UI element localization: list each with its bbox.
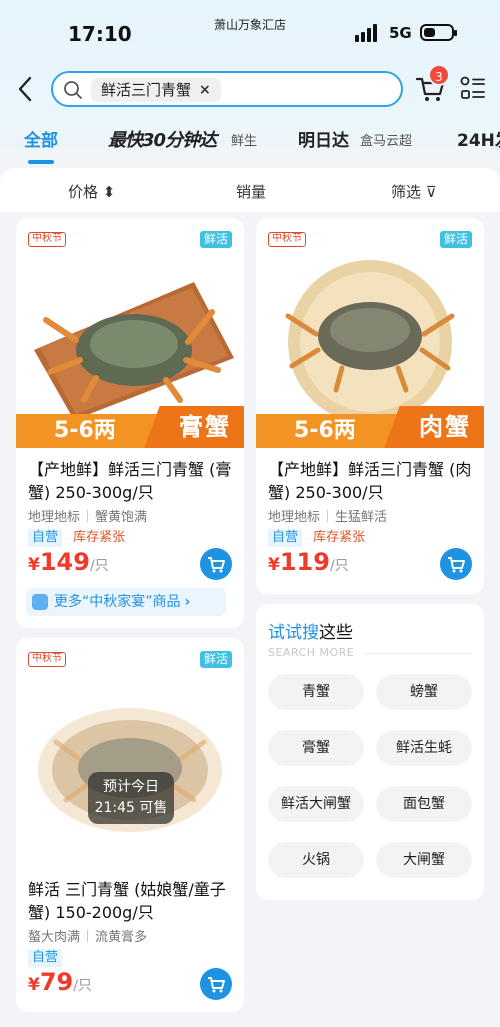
stock-status: 库存紧张 bbox=[73, 530, 126, 545]
self-operated-badge: 自营 bbox=[268, 529, 303, 547]
cart-icon bbox=[208, 977, 225, 993]
spec-type: 肉蟹 bbox=[406, 406, 484, 448]
crab-on-plate-image bbox=[285, 260, 455, 424]
cart-count-badge: 3 bbox=[428, 64, 450, 86]
product-title[interactable]: 【产地鲜】鲜活三门青蟹 (膏蟹) 250-300g/只 bbox=[28, 458, 238, 504]
network-label: 5G bbox=[389, 24, 412, 42]
chevron-left-icon bbox=[18, 76, 32, 102]
fresh-tag: 鲜活 bbox=[199, 231, 232, 248]
product-card[interactable]: 预计今日 21:45 可售 中秋节 鲜活 鲜活 三门青蟹 (姑娘蟹/童子蟹) 1… bbox=[16, 638, 244, 1012]
status-bar: 17:10 萧山万象汇店 5G bbox=[0, 0, 500, 60]
suggestion-chip[interactable]: 大闸蟹 bbox=[376, 842, 472, 878]
add-to-cart-button[interactable] bbox=[440, 548, 472, 580]
status-time: 17:10 bbox=[68, 22, 132, 46]
tab-24h[interactable]: 24H发 bbox=[457, 126, 500, 151]
suggestions-subtitle: SEARCH MORE bbox=[268, 646, 355, 659]
suggestion-chip[interactable]: 膏蟹 bbox=[268, 730, 364, 766]
spec-banner: 5-6两 膏蟹 bbox=[16, 406, 244, 448]
sort-price-button[interactable]: 价格 ⬍ bbox=[68, 181, 115, 202]
cart-icon bbox=[208, 557, 225, 573]
gift-icon bbox=[32, 594, 48, 610]
active-tab-indicator bbox=[28, 160, 54, 164]
self-operated-badge: 自营 bbox=[28, 529, 63, 547]
product-badges: 自营 库存紧张 bbox=[28, 526, 125, 547]
product-badges: 自营 bbox=[28, 946, 63, 967]
self-operated-badge: 自营 bbox=[28, 949, 63, 967]
suggestion-chip[interactable]: 火锅 bbox=[268, 842, 364, 878]
back-button[interactable] bbox=[14, 74, 38, 104]
tab-next-day[interactable]: 明日达 bbox=[298, 126, 349, 151]
clear-query-button[interactable]: × bbox=[199, 78, 211, 102]
crab-on-board-image bbox=[34, 282, 234, 420]
add-to-cart-button[interactable] bbox=[200, 548, 232, 580]
battery-icon bbox=[420, 24, 457, 41]
availability-overlay: 预计今日 21:45 可售 bbox=[88, 772, 174, 824]
divider bbox=[364, 653, 472, 654]
store-name: 萧山万象汇店 bbox=[214, 18, 287, 32]
chevron-right-icon: › bbox=[184, 594, 191, 610]
tab-fast-delivery[interactable]: 最快30分钟达 bbox=[108, 126, 217, 152]
spec-weight: 5-6两 bbox=[16, 414, 166, 448]
search-query: 鲜活三门青蟹 bbox=[101, 81, 192, 99]
signal-icon bbox=[355, 24, 379, 42]
filter-button[interactable]: 筛选 ⊽ bbox=[391, 181, 437, 202]
spec-weight: 5-6两 bbox=[256, 414, 406, 448]
product-attrs: 地理地标 蟹黄饱满 bbox=[28, 510, 148, 525]
fresh-tag: 鲜活 bbox=[439, 231, 472, 248]
fresh-tag: 鲜活 bbox=[199, 651, 232, 668]
sort-sales-button[interactable]: 销量 bbox=[236, 181, 266, 202]
product-price: ¥79/只 bbox=[28, 968, 92, 996]
cart-icon bbox=[448, 557, 465, 573]
suggestion-chip[interactable]: 鲜活大闸蟹 bbox=[268, 786, 364, 822]
suggestion-chip[interactable]: 螃蟹 bbox=[376, 674, 472, 710]
product-card[interactable]: 中秋节 鲜活 5-6两 肉蟹 【产地鲜】鲜活三门青蟹 (肉蟹) 250-300/… bbox=[256, 218, 484, 594]
stock-status: 库存紧张 bbox=[313, 530, 366, 545]
tab-fast-delivery-sub[interactable]: 鲜生 bbox=[231, 130, 257, 149]
search-icon bbox=[64, 81, 82, 99]
search-query-chip[interactable]: 鲜活三门青蟹 × bbox=[91, 78, 221, 102]
spec-banner: 5-6两 肉蟹 bbox=[256, 406, 484, 448]
crab-on-plate-image bbox=[38, 708, 222, 832]
product-image[interactable]: 预计今日 21:45 可售 bbox=[16, 678, 244, 854]
suggestions-title: 试试搜这些 bbox=[268, 623, 353, 643]
festival-tag: 中秋节 bbox=[268, 232, 306, 247]
suggestion-chip[interactable]: 青蟹 bbox=[268, 674, 364, 710]
product-badges: 自营 库存紧张 bbox=[268, 526, 365, 547]
product-price: ¥149/只 bbox=[28, 548, 109, 576]
search-suggestions: 试试搜这些 SEARCH MORE 青蟹 螃蟹 膏蟹 鲜活生蚝 鲜活大闸蟹 面包… bbox=[256, 604, 484, 900]
product-title[interactable]: 【产地鲜】鲜活三门青蟹 (肉蟹) 250-300/只 bbox=[268, 458, 478, 504]
product-card[interactable]: 中秋节 鲜活 5-6两 膏蟹 【产地鲜】鲜活三门青蟹 (膏蟹) 250-300g… bbox=[16, 218, 244, 628]
product-price: ¥119/只 bbox=[268, 548, 349, 576]
product-title[interactable]: 鲜活 三门青蟹 (姑娘蟹/童子蟹) 150-200g/只 bbox=[28, 878, 238, 924]
suggestion-chip[interactable]: 面包蟹 bbox=[376, 786, 472, 822]
list-menu-icon bbox=[460, 76, 485, 99]
product-image[interactable] bbox=[16, 250, 244, 426]
festival-tag: 中秋节 bbox=[28, 232, 66, 247]
add-to-cart-button[interactable] bbox=[200, 968, 232, 1000]
suggestion-chip[interactable]: 鲜活生蚝 bbox=[376, 730, 472, 766]
festival-tag: 中秋节 bbox=[28, 652, 66, 667]
product-image[interactable] bbox=[256, 250, 484, 426]
product-attrs: 地理地标 生猛鲜活 bbox=[268, 510, 388, 525]
spec-type: 膏蟹 bbox=[166, 406, 244, 448]
tab-next-day-sub[interactable]: 盒马云超 bbox=[360, 130, 412, 149]
more-mid-autumn-link[interactable]: 更多“中秋家宴”商品 › bbox=[26, 588, 226, 616]
search-input[interactable]: 鲜活三门青蟹 × bbox=[51, 71, 403, 107]
category-tabs: 全部 最快30分钟达 鲜生 明日达 盒马云超 24H发 bbox=[0, 126, 500, 160]
list-menu-button[interactable] bbox=[460, 76, 486, 102]
tab-all[interactable]: 全部 bbox=[24, 126, 58, 151]
product-attrs: 螯大肉满 流黄膏多 bbox=[28, 930, 148, 945]
